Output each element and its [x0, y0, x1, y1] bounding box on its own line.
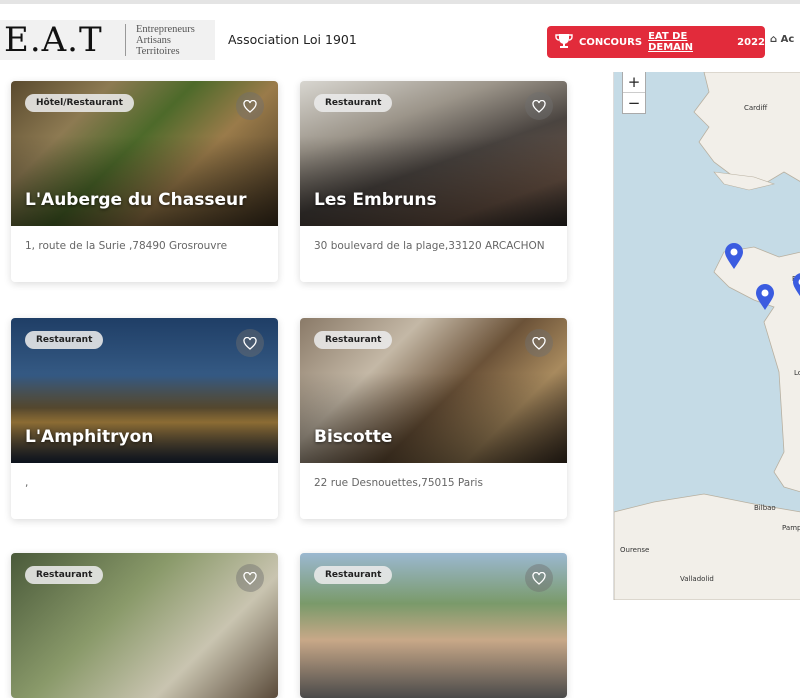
- card-title[interactable]: L'Auberge du Chasseur: [25, 190, 247, 210]
- image-overlay: [11, 373, 278, 463]
- favorite-button[interactable]: [525, 564, 553, 592]
- map-panel[interactable]: + − Cardiff Bilbao Ourense Valladolid Re…: [613, 72, 800, 600]
- heart-icon: [532, 572, 546, 585]
- category-tag: Restaurant: [314, 566, 392, 584]
- home-icon: ⌂: [770, 34, 777, 45]
- map-label: Valladolid: [680, 575, 714, 583]
- favorite-button[interactable]: [236, 564, 264, 592]
- card-title[interactable]: Biscotte: [314, 427, 392, 447]
- card-address: 22 rue Desnouettes,75015 Paris: [300, 463, 567, 519]
- zoom-control: + −: [622, 72, 646, 114]
- map-land: [614, 72, 800, 600]
- favorite-button[interactable]: [236, 92, 264, 120]
- logo-subtitle-line: Territoires: [136, 46, 195, 57]
- zoom-in-button[interactable]: +: [623, 72, 645, 92]
- card-image: Restaurant Biscotte: [300, 318, 567, 463]
- zoom-out-button[interactable]: −: [623, 93, 645, 113]
- home-link-label: Ac: [781, 34, 795, 45]
- concours-button[interactable]: CONCOURS EAT DE DEMAIN 2022: [547, 26, 765, 58]
- heart-icon: [532, 100, 546, 113]
- logo-wordmark: E.A.T: [4, 22, 103, 58]
- trophy-icon: [555, 33, 573, 52]
- logo-subtitle: Entrepreneurs Artisans Territoires: [136, 24, 195, 57]
- image-overlay: [300, 373, 567, 463]
- concours-link[interactable]: EAT DE DEMAIN: [648, 31, 731, 53]
- card-image: Restaurant: [11, 553, 278, 698]
- map-marker-icon[interactable]: [755, 283, 775, 311]
- category-tag: Restaurant: [25, 566, 103, 584]
- map-label: Ourense: [620, 546, 649, 554]
- association-label: Association Loi 1901: [228, 32, 357, 47]
- map-marker-icon[interactable]: [724, 242, 744, 270]
- heart-icon: [243, 572, 257, 585]
- heart-icon: [243, 100, 257, 113]
- image-overlay: [300, 136, 567, 226]
- favorite-button[interactable]: [236, 329, 264, 357]
- restaurant-card[interactable]: Restaurant: [11, 553, 278, 698]
- card-title[interactable]: Les Embruns: [314, 190, 437, 210]
- restaurant-card[interactable]: Restaurant Biscotte 22 rue Desnouettes,7…: [300, 318, 567, 519]
- image-overlay: [11, 136, 278, 226]
- category-tag: Restaurant: [25, 331, 103, 349]
- logo-subtitle-line: Entrepreneurs: [136, 24, 195, 35]
- category-tag: Hôtel/Restaurant: [25, 94, 134, 112]
- favorite-button[interactable]: [525, 92, 553, 120]
- map-label: Pamp: [782, 524, 800, 532]
- card-image: Restaurant: [300, 553, 567, 698]
- category-tag: Restaurant: [314, 94, 392, 112]
- restaurant-card[interactable]: Restaurant: [300, 553, 567, 698]
- card-image: Restaurant Les Embruns: [300, 81, 567, 226]
- site-logo[interactable]: E.A.T Entrepreneurs Artisans Territoires: [0, 20, 215, 60]
- heart-icon: [532, 337, 546, 350]
- card-image: Restaurant L'Amphitryon: [11, 318, 278, 463]
- logo-subtitle-line: Artisans: [136, 35, 195, 46]
- map-label: Cardiff: [744, 104, 767, 112]
- concours-year: 2022: [737, 37, 765, 48]
- card-address: 30 boulevard de la plage,33120 ARCACHON: [300, 226, 567, 282]
- logo-divider: [125, 24, 126, 56]
- restaurant-card[interactable]: Restaurant Les Embruns 30 boulevard de l…: [300, 81, 567, 282]
- restaurant-card[interactable]: Restaurant L'Amphitryon ,: [11, 318, 278, 519]
- card-image: Hôtel/Restaurant L'Auberge du Chasseur: [11, 81, 278, 226]
- site-header: E.A.T Entrepreneurs Artisans Territoires…: [0, 0, 800, 72]
- card-address: 1, route de la Surie ,78490 Grosrouvre: [11, 226, 278, 282]
- map-marker-icon[interactable]: [792, 272, 800, 300]
- favorite-button[interactable]: [525, 329, 553, 357]
- card-address: ,: [11, 463, 278, 519]
- home-link[interactable]: ⌂ Ac: [770, 34, 794, 45]
- category-tag: Restaurant: [314, 331, 392, 349]
- map-label: Lo: [794, 369, 800, 377]
- map-label: Bilbao: [754, 504, 776, 512]
- heart-icon: [243, 337, 257, 350]
- restaurant-card[interactable]: Hôtel/Restaurant L'Auberge du Chasseur 1…: [11, 81, 278, 282]
- card-title[interactable]: L'Amphitryon: [25, 427, 153, 447]
- concours-prefix: CONCOURS: [579, 37, 642, 48]
